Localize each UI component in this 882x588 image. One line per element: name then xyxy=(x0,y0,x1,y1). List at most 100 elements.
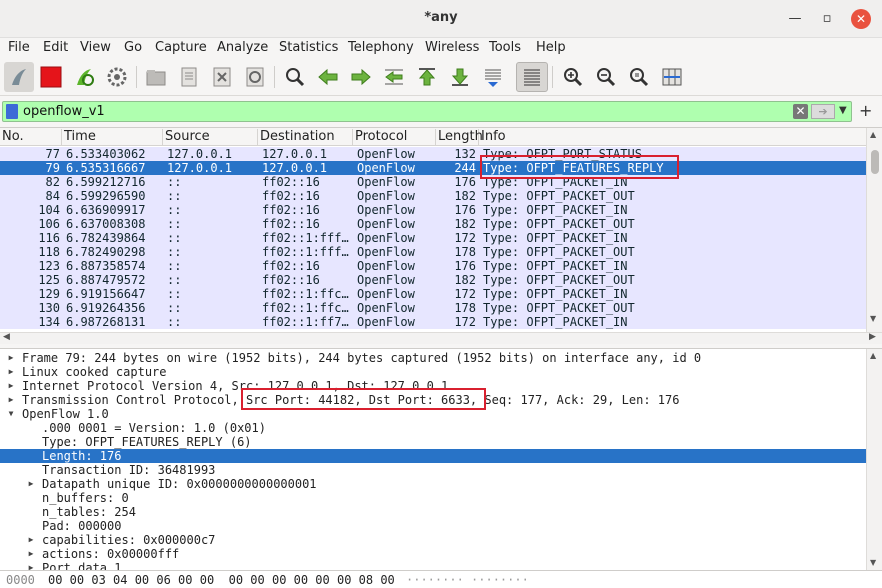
scroll-down-icon[interactable]: ▼ xyxy=(870,314,876,323)
packet-list-hscroll[interactable]: ◀ ▶ xyxy=(0,332,882,344)
detail-row[interactable]: ▶ Transmission Control Protocol, Src Port… xyxy=(0,393,866,407)
detail-row[interactable]: ▶ Internet Protocol Version 4, Src: 127.0… xyxy=(0,379,866,393)
detail-row[interactable]: ▼ OpenFlow 1.0 xyxy=(0,407,866,421)
column-length[interactable]: Length xyxy=(436,129,483,146)
stop-capture-icon[interactable] xyxy=(38,64,64,90)
zoom-out-icon[interactable] xyxy=(593,64,619,90)
close-icon[interactable]: ✕ xyxy=(851,9,871,29)
column-source[interactable]: Source xyxy=(163,129,258,146)
last-packet-icon[interactable] xyxy=(447,64,473,90)
open-file-icon[interactable] xyxy=(143,64,169,90)
collapsed-chevron-icon[interactable]: ▶ xyxy=(6,393,16,407)
minimize-icon[interactable]: — xyxy=(785,9,805,29)
menu-telephony[interactable]: Telephony xyxy=(348,40,414,55)
packet-row[interactable]: 104 6.636909917:: ff02::16 OpenFlow 176 Type:… xyxy=(0,203,866,217)
collapsed-chevron-icon[interactable]: ▶ xyxy=(6,379,16,393)
zoom-in-icon[interactable] xyxy=(560,64,586,90)
menu-go[interactable]: Go xyxy=(124,40,142,55)
menu-help[interactable]: Help xyxy=(536,40,566,55)
filter-history-chevron-icon[interactable]: ▼ xyxy=(839,105,847,116)
scroll-left-icon[interactable]: ◀ xyxy=(3,332,10,342)
packet-row[interactable]: 125 6.887479572:: ff02::16 OpenFlow 182 Type:… xyxy=(0,273,866,287)
save-file-icon[interactable] xyxy=(176,64,202,90)
collapsed-chevron-icon[interactable]: ▶ xyxy=(26,547,36,561)
collapsed-chevron-icon[interactable]: ▶ xyxy=(26,533,36,547)
scroll-up-icon[interactable]: ▲ xyxy=(870,130,876,139)
detail-row[interactable]: .000 0001 = Version: 1.0 (0x01) xyxy=(0,421,866,435)
detail-row[interactable]: Type: OFPT_FEATURES_REPLY (6) xyxy=(0,435,866,449)
detail-row[interactable]: n_tables: 254 xyxy=(0,505,866,519)
packet-row[interactable]: 82 6.599212716:: ff02::16 OpenFlow 176 Type: … xyxy=(0,175,866,189)
column-info[interactable]: Info xyxy=(479,129,866,146)
clear-filter-icon[interactable]: ✕ xyxy=(793,104,808,119)
detail-text: Type: OFPT_FEATURES_REPLY (6) xyxy=(42,435,252,449)
maximize-icon[interactable]: ▫ xyxy=(817,9,837,29)
detail-row[interactable]: Pad: 000000 xyxy=(0,519,866,533)
packet-list-vscroll[interactable]: ▲ ▼ xyxy=(866,128,882,332)
collapsed-chevron-icon[interactable]: ▶ xyxy=(6,351,16,365)
go-to-packet-icon[interactable] xyxy=(381,64,407,90)
scroll-right-icon[interactable]: ▶ xyxy=(869,332,876,342)
display-filter-input[interactable]: openflow_v1 ✕ ➔ ▼ xyxy=(2,101,852,122)
detail-row[interactable]: ▶ Frame 79: 244 bytes on wire (1952 bits)… xyxy=(0,351,866,365)
filter-text[interactable]: openflow_v1 xyxy=(23,104,105,119)
restart-capture-icon[interactable] xyxy=(71,64,97,90)
capture-options-icon[interactable] xyxy=(104,64,130,90)
close-file-icon[interactable] xyxy=(209,64,235,90)
auto-scroll-icon[interactable] xyxy=(480,64,506,90)
packet-row[interactable]: 134 6.987268131:: ff02::1:ff7… OpenFlow 172 T… xyxy=(0,315,866,329)
packet-row[interactable]: 106 6.637008308:: ff02::16 OpenFlow 182 Type:… xyxy=(0,217,866,231)
detail-row[interactable]: ▶ Linux cooked capture xyxy=(0,365,866,379)
collapsed-chevron-icon[interactable]: ▶ xyxy=(6,365,16,379)
apply-filter-icon[interactable]: ➔ xyxy=(811,104,835,119)
detail-row[interactable]: ▶ Port data 1 xyxy=(0,561,866,570)
menu-analyze[interactable]: Analyze xyxy=(217,40,268,55)
add-filter-button-icon[interactable]: + xyxy=(859,101,872,120)
start-capture-icon[interactable] xyxy=(4,62,34,92)
packet-row[interactable]: 77 6.533403062 127.0.0.1 127.0.0.1 OpenFlow 1… xyxy=(0,147,866,161)
packet-row[interactable]: 130 6.919264356:: ff02::1:ffc… OpenFlow 178 T… xyxy=(0,301,866,315)
packet-cell-src: :: xyxy=(167,203,182,217)
menu-view[interactable]: View xyxy=(80,40,111,55)
collapsed-chevron-icon[interactable]: ▶ xyxy=(26,561,36,570)
bytes-hex[interactable]: 00 00 03 04 00 06 00 00 00 00 00 00 00 0… xyxy=(48,573,395,587)
menu-file[interactable]: File xyxy=(8,40,30,55)
column-protocol[interactable]: Protocol xyxy=(353,129,436,146)
column-time[interactable]: Time xyxy=(62,129,163,146)
detail-row[interactable]: ▶ capabilities: 0x000000c7 xyxy=(0,533,866,547)
bytes-ascii[interactable]: ········ ········ xyxy=(406,573,529,587)
bookmark-icon[interactable] xyxy=(6,104,18,119)
packet-row[interactable]: 116 6.782439864:: ff02::1:fff… OpenFlow 172 T… xyxy=(0,231,866,245)
scroll-thumb[interactable] xyxy=(871,150,879,174)
resize-columns-icon[interactable] xyxy=(659,64,685,90)
go-back-icon[interactable] xyxy=(315,64,341,90)
packet-row[interactable]: 123 6.887358574:: ff02::16 OpenFlow 176 Type:… xyxy=(0,259,866,273)
detail-row[interactable]: ▶ Datapath unique ID: 0x0000000000000001 xyxy=(0,477,866,491)
scroll-down-icon[interactable]: ▼ xyxy=(870,558,876,567)
reload-file-icon[interactable] xyxy=(242,64,268,90)
menu-wireless[interactable]: Wireless xyxy=(425,40,479,55)
expanded-chevron-icon[interactable]: ▼ xyxy=(6,407,16,421)
packet-row[interactable]: 118 6.782490298:: ff02::1:fff… OpenFlow 178 T… xyxy=(0,245,866,259)
menu-capture[interactable]: Capture xyxy=(155,40,207,55)
detail-row[interactable]: ▶ actions: 0x00000fff xyxy=(0,547,866,561)
menu-statistics[interactable]: Statistics xyxy=(279,40,338,55)
scroll-up-icon[interactable]: ▲ xyxy=(870,351,876,360)
detail-row[interactable]: n_buffers: 0 xyxy=(0,491,866,505)
find-packet-icon[interactable] xyxy=(282,64,308,90)
packet-row[interactable]: 129 6.919156647:: ff02::1:ffc… OpenFlow 172 T… xyxy=(0,287,866,301)
details-vscroll[interactable]: ▲ ▼ xyxy=(866,349,882,570)
menu-edit[interactable]: Edit xyxy=(43,40,68,55)
packet-row-selected[interactable]: 79 6.535316667 127.0.0.1 127.0.0.1 OpenFlow 2… xyxy=(0,161,866,175)
column-no[interactable]: No. xyxy=(0,129,62,146)
menu-tools[interactable]: Tools xyxy=(489,40,521,55)
column-destination[interactable]: Destination xyxy=(258,129,353,146)
normal-size-icon[interactable] xyxy=(626,64,652,90)
detail-row[interactable]: Transaction ID: 36481993 xyxy=(0,463,866,477)
go-forward-icon[interactable] xyxy=(348,64,374,90)
detail-row-selected[interactable]: Length: 176 xyxy=(0,449,866,463)
packet-row[interactable]: 84 6.599296590:: ff02::16 OpenFlow 182 Type: … xyxy=(0,189,866,203)
first-packet-icon[interactable] xyxy=(414,64,440,90)
collapsed-chevron-icon[interactable]: ▶ xyxy=(26,477,36,491)
colorize-icon[interactable] xyxy=(516,62,548,92)
